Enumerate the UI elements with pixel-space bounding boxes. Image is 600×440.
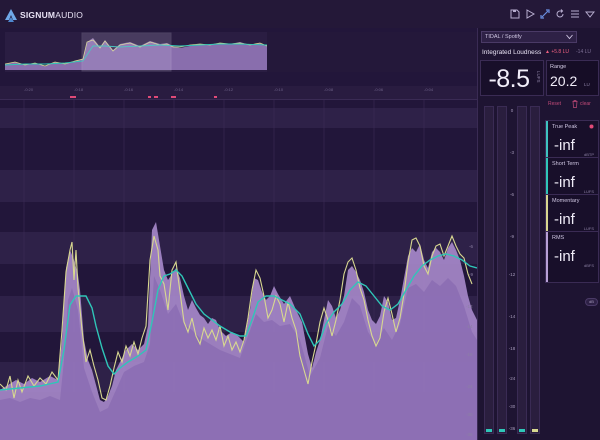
meter-scale-label: -30 — [508, 404, 516, 409]
loudness-range-display: Range 20.2 LU — [546, 60, 599, 96]
top-bar: SIGNUMAUDIO — [0, 0, 600, 28]
overview-waveform — [5, 32, 477, 72]
link-icon[interactable] — [539, 7, 551, 21]
meter-scale-label: -24 — [508, 376, 516, 381]
peak-marker — [154, 96, 158, 98]
overview-strip[interactable] — [5, 32, 477, 72]
y-axis-label: -12 — [466, 304, 473, 309]
timeline-label: -0:06 — [374, 87, 384, 92]
peak-marker — [171, 96, 176, 98]
brand-name: SIGNUMAUDIO — [20, 10, 84, 20]
meter-panel: TIDAL / Spotify Integrated Loudness ▲ +5… — [477, 28, 600, 440]
loudness-graph[interactable]: -6 -9 -12 -14 -18 -24 -30 -36 — [0, 100, 477, 440]
peak-marker — [214, 96, 217, 98]
range-label: Range — [550, 64, 567, 70]
meter-scale-label: 0 — [510, 108, 514, 113]
readout-value: -inf — [554, 211, 575, 228]
y-axis-label: -14 — [466, 324, 473, 329]
level-meters: 0 -3 -6 -9 -12 -14 -18 -24 -30 -36 — [480, 106, 544, 440]
timeline-label: -0:14 — [174, 87, 184, 92]
preset-selected-label: TIDAL / Spotify — [485, 34, 522, 40]
toolbar-icons — [509, 7, 596, 21]
meter-bar-left — [484, 106, 494, 434]
loudness-deviation-badge: ▲ +5.8 LU — [545, 49, 569, 55]
y-axis-label: -36 — [466, 432, 473, 437]
peak-marker — [70, 96, 76, 98]
loudness-history-area: -0:20 -0:18 -0:16 -0:14 -0:12 -0:10 -0:0… — [0, 28, 477, 440]
reset-icon[interactable] — [554, 7, 566, 21]
meter-fill — [519, 429, 525, 432]
save-icon[interactable] — [509, 7, 521, 21]
meter-scale-label: -12 — [508, 272, 516, 277]
peak-alert-icon — [589, 124, 594, 129]
timeline-label: -0:08 — [324, 87, 334, 92]
readout-value: -inf — [554, 137, 575, 154]
timeline-markers: -0:20 -0:18 -0:16 -0:14 -0:12 -0:10 -0:0… — [24, 87, 434, 98]
readout-label: RMS — [552, 235, 565, 241]
meter-scale-label: -14 — [508, 314, 516, 319]
y-axis-label: -6 — [469, 244, 473, 249]
readout-color-bar — [546, 232, 548, 282]
meter-scale-label: -18 — [508, 346, 516, 351]
y-axis-label: -30 — [466, 412, 473, 417]
readout-label: Momentary — [552, 198, 580, 204]
meter-fill — [499, 429, 505, 432]
brand-logo: SIGNUMAUDIO — [5, 8, 83, 22]
play-icon[interactable] — [524, 7, 536, 21]
timeline-label: -0:20 — [24, 87, 34, 92]
meter-fill — [486, 429, 492, 432]
integrated-loudness-label: Integrated Loudness — [482, 49, 542, 56]
reset-row: Reset clear — [546, 100, 599, 109]
y-axis-label: -24 — [466, 384, 473, 389]
timeline-label: -0:18 — [74, 87, 84, 92]
peak-marker — [148, 96, 151, 98]
timeline-label: -0:10 — [274, 87, 284, 92]
readout-unit: dBFS — [583, 263, 594, 268]
meter-bar-right — [497, 106, 507, 434]
range-value: 20.2 — [550, 73, 578, 89]
timeline-label: -0:12 — [224, 87, 234, 92]
dropdown-icon[interactable] — [584, 7, 596, 21]
loudness-plot: -6 -9 -12 -14 -18 -24 -30 -36 — [0, 100, 477, 440]
meter-bar-short-term — [517, 106, 527, 434]
trash-icon[interactable] — [572, 100, 578, 108]
platform-preset-dropdown[interactable]: TIDAL / Spotify — [481, 31, 577, 43]
reset-button[interactable]: Reset — [548, 101, 561, 107]
y-axis-label: -9 — [469, 272, 473, 277]
clear-button[interactable]: clear — [580, 101, 591, 107]
meter-scale-label: -6 — [509, 192, 514, 197]
timeline-label: -0:16 — [124, 87, 134, 92]
meter-scale-label: -36 — [508, 426, 516, 431]
chevron-down-icon — [566, 34, 573, 40]
signum-logo-icon — [5, 8, 17, 22]
meter-fill — [532, 429, 538, 432]
meter-scale-label: -9 — [509, 234, 514, 239]
timeline-label: -0:04 — [424, 87, 434, 92]
readout-label: Short Term — [552, 161, 579, 167]
integrated-loudness-value: -8.5 — [488, 65, 530, 93]
y-axis-label: -18 — [466, 352, 473, 357]
meter-scale-label: -3 — [509, 150, 514, 155]
integrated-loudness-unit: LUFS — [536, 71, 541, 83]
integrated-loudness-display: -8.5 LUFS — [480, 60, 544, 96]
range-unit: LU — [584, 82, 590, 87]
rms-unit-toggle[interactable]: dB — [585, 298, 598, 306]
readout-value: -inf — [554, 248, 575, 265]
readout-value: -inf — [554, 174, 575, 191]
meter-bar-momentary — [530, 106, 540, 434]
rms-readout[interactable]: RMS -inf dBFS — [545, 231, 599, 283]
menu-icon[interactable] — [569, 7, 581, 21]
timeline-ruler[interactable]: -0:20 -0:18 -0:16 -0:14 -0:12 -0:10 -0:0… — [0, 86, 477, 100]
signum-loudness-meter-window: SIGNUMAUDIO -0:20 -0:18 -0:16 -0:14 -0:1… — [0, 0, 600, 440]
readout-label: True Peak — [552, 124, 578, 130]
loudness-target-label: -14 LU — [576, 49, 592, 55]
